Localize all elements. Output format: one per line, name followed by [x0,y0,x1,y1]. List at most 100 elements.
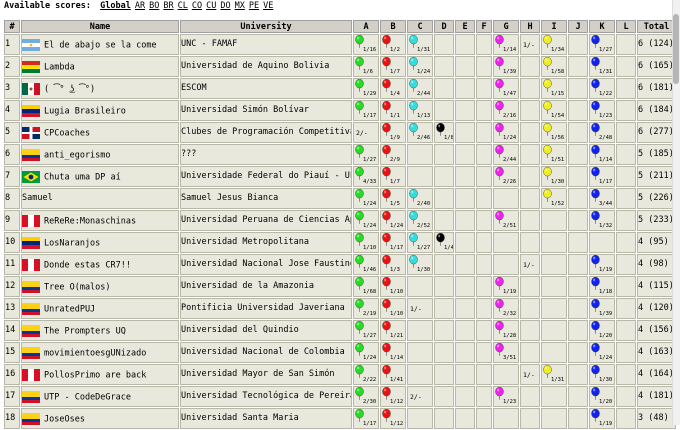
problem-cell-h: 1/- [520,364,540,385]
attempts-time: 1/27 [363,157,377,163]
problem-cell-k: 1/17 [589,166,615,187]
attempts-time: 3/51 [503,355,517,361]
problem-cell-l [616,232,636,253]
attempts-time: 1/2 [390,47,400,53]
score-link-global[interactable]: Global [100,1,131,11]
problem-cell-d [434,144,454,165]
rank-cell: 1 [4,34,20,55]
team-name: anti_egorismo [44,150,111,160]
problem-cell-g: 1/23 [493,386,519,407]
problem-cell-h [520,386,540,407]
attempts-time: 1/10 [390,289,404,295]
attempts-time: 1/39 [599,311,613,317]
score-link-co[interactable]: CO [192,1,202,11]
table-row: 10 LosNaranjos Universidad Metropolitana 1/… [4,232,676,253]
problem-cell-i [541,298,567,319]
problem-cell-j [568,78,588,99]
table-row: 13 UnratedPUJ Pontificia Universidad Javer… [4,298,676,319]
problem-cell-f [476,342,492,363]
column-header: C [407,20,433,33]
problem-cell-k: 1/31 [589,56,615,77]
vertical-scrollbar[interactable] [672,0,680,425]
attempts-time: 1/27 [599,47,613,53]
problem-cell-h: 1/- [520,254,540,275]
problem-cell-j [568,188,588,209]
attempts-time: 1/5 [390,201,400,207]
team-name: UTP - CodeDeGrace [44,392,131,402]
score-link-mx[interactable]: MX [235,1,245,11]
country-flag-icon [22,390,40,403]
university-cell: Universidad Santa Maria [180,408,352,429]
score-link-bo[interactable]: BO [149,1,159,11]
problem-cell-f [476,210,492,231]
country-flag-icon [22,280,40,293]
problem-cell-c: 2/- [407,386,433,407]
attempts-time: 1/27 [363,333,377,339]
attempts-time: 1/16 [363,47,377,53]
column-header: G [493,20,519,33]
score-link-do[interactable]: DO [220,1,230,11]
problem-cell-h [520,276,540,297]
team-name-cell: PollosPrimo are back [21,364,179,385]
scrollbar-thumb[interactable] [673,14,679,84]
team-name-cell: LosNaranjos [21,232,179,253]
problem-cell-k: 1/23 [589,100,615,121]
attempts-time: 2/40 [417,201,431,207]
problem-cell-c: 1/31 [407,34,433,55]
rank-cell: 9 [4,210,20,231]
problem-cell-h [520,188,540,209]
problem-cell-d [434,78,454,99]
country-flag-icon [22,368,40,381]
attempts-time: 1/19 [599,267,613,273]
problem-cell-g: 1/14 [493,34,519,55]
problem-cell-l [616,100,636,121]
score-filter-bar: Available scores: Global AR BO BR CL CO CU DO MX… [4,0,273,13]
problem-cell-j [568,320,588,341]
attempts-time: 2/30 [363,399,377,405]
problem-cell-c: 2/40 [407,188,433,209]
score-link-pe[interactable]: PE [249,1,259,11]
attempts-time: 1/31 [599,69,613,75]
attempts-time: 1/21 [390,333,404,339]
team-name: Chuta uma DP aí [44,172,121,182]
score-link-cu[interactable]: CU [206,1,216,11]
score-link-cl[interactable]: CL [178,1,188,11]
column-header: J [568,20,588,33]
problem-cell-i [541,408,567,429]
problem-cell-e [455,34,475,55]
problem-cell-f [476,166,492,187]
problem-cell-j [568,232,588,253]
attempts-time: 1/14 [599,157,613,163]
score-link-ar[interactable]: AR [135,1,145,11]
column-header: E [455,20,475,33]
problem-cell-e [455,188,475,209]
problem-cell-f [476,34,492,55]
problem-cell-i [541,276,567,297]
problem-cell-g: 1/24 [493,122,519,143]
problem-cell-f [476,364,492,385]
attempts-time: 1/24 [417,69,431,75]
problem-cell-d [434,210,454,231]
team-name: El de abajo se la come [44,40,157,50]
problem-cell-e [455,298,475,319]
score-link-br[interactable]: BR [163,1,173,11]
problem-cell-i [541,320,567,341]
country-flag-icon [22,148,40,161]
university-cell: Samuel Jesus Bianca [180,188,352,209]
problem-cell-i: 1/30 [541,166,567,187]
problem-cell-i [541,254,567,275]
problem-cell-h [520,100,540,121]
problem-cell-d: 1/89 [434,122,454,143]
problem-cell-d [434,100,454,121]
rank-cell: 17 [4,386,20,407]
problem-cell-c [407,364,433,385]
total-cell: 4 (163) [637,342,676,363]
problem-cell-k: 1/20 [589,320,615,341]
university-cell: Universidad Simón Bolívar [180,100,352,121]
problem-cell-d [434,34,454,55]
problem-cell-g [493,364,519,385]
team-name: The Prompters UQ [44,326,126,336]
problem-cell-j [568,210,588,231]
problem-cell-e [455,78,475,99]
score-link-ve[interactable]: VE [263,1,273,11]
